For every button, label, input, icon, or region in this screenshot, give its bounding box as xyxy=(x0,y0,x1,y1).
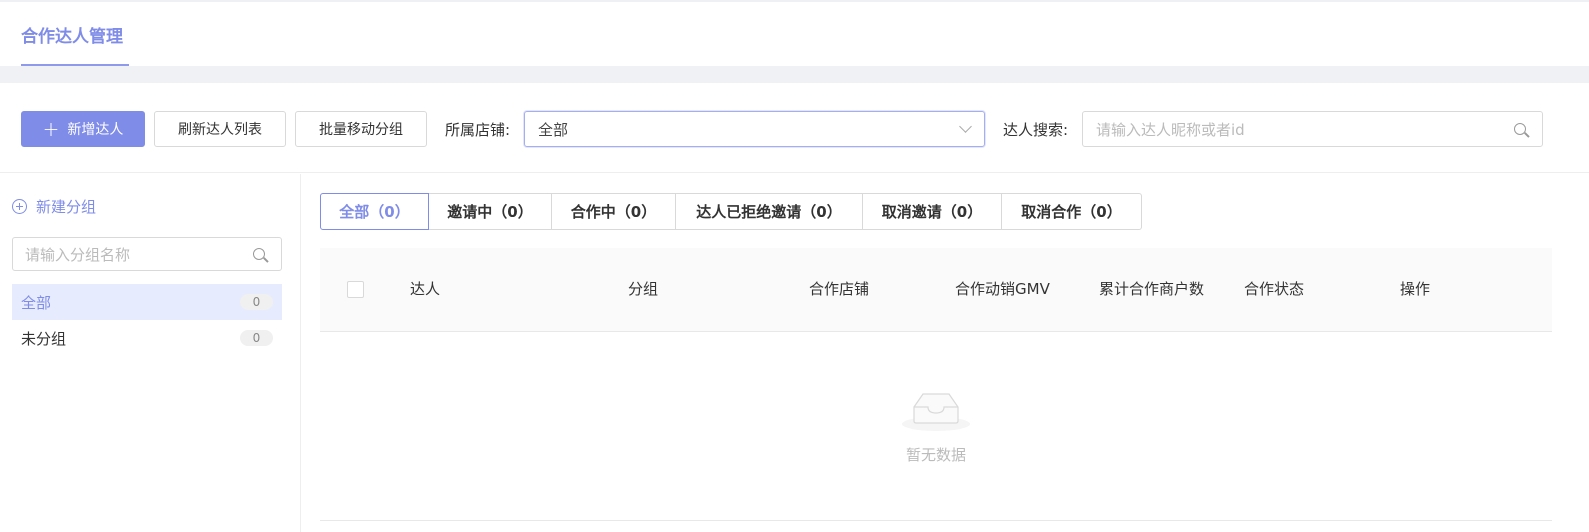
search-icon[interactable] xyxy=(1514,123,1526,135)
add-influencer-button[interactable]: + 新增达人 xyxy=(21,111,145,147)
section-divider xyxy=(0,66,1589,83)
batch-move-group-button[interactable]: 批量移动分组 xyxy=(295,111,427,147)
shop-select-value: 全部 xyxy=(538,120,569,139)
column-header-influencer: 达人 xyxy=(410,280,441,299)
search-icon[interactable] xyxy=(253,248,265,260)
circle-plus-icon xyxy=(12,199,27,214)
column-header-gmv: 合作动销GMV xyxy=(955,280,1050,299)
group-count-badge: 0 xyxy=(240,330,273,346)
select-all-checkbox[interactable] xyxy=(347,281,364,298)
tab-all[interactable]: 全部（0） xyxy=(320,193,429,230)
column-header-merchant-count: 累计合作商户数 xyxy=(1099,280,1205,299)
influencer-search-input[interactable]: 请输入达人昵称或者id xyxy=(1082,111,1543,147)
tab-cooperation-cancelled[interactable]: 取消合作（0） xyxy=(1001,193,1142,230)
group-item-label: 未分组 xyxy=(21,329,67,348)
column-header-shop: 合作店铺 xyxy=(809,280,870,299)
tab-inviting[interactable]: 邀请中（0） xyxy=(428,193,552,230)
group-sidebar: 新建分组 请输入分组名称 全部 0 未分组 0 xyxy=(0,174,301,532)
empty-inbox-icon xyxy=(902,393,970,431)
chevron-down-icon xyxy=(959,120,972,133)
group-item-label: 全部 xyxy=(21,293,52,312)
group-count-badge: 0 xyxy=(240,294,273,310)
shop-select[interactable]: 全部 xyxy=(524,111,985,147)
table-header: 达人 分组 合作店铺 合作动销GMV 累计合作商户数 合作状态 操作 xyxy=(320,248,1552,332)
group-search-placeholder: 请输入分组名称 xyxy=(25,245,131,264)
empty-state-text: 暂无数据 xyxy=(905,446,966,464)
column-header-status: 合作状态 xyxy=(1244,280,1305,299)
influencer-table: 达人 分组 合作店铺 合作动销GMV 累计合作商户数 合作状态 操作 暂无数据 xyxy=(320,248,1552,521)
group-item-ungrouped[interactable]: 未分组 0 xyxy=(12,320,282,356)
new-group-button[interactable]: 新建分组 xyxy=(12,196,96,217)
influencer-search-label: 达人搜索: xyxy=(1003,121,1069,139)
add-influencer-label: 新增达人 xyxy=(67,122,124,138)
shop-label: 所属店铺: xyxy=(445,121,511,139)
column-header-group: 分组 xyxy=(628,280,659,299)
status-tabs: 全部（0） 邀请中（0） 合作中（0） 达人已拒绝邀请（0） 取消邀请（0） 取… xyxy=(320,193,1142,230)
tab-cooperation-influencer-management[interactable]: 合作达人管理 xyxy=(21,22,123,47)
column-header-actions: 操作 xyxy=(1400,280,1431,299)
refresh-influencer-list-button[interactable]: 刷新达人列表 xyxy=(154,111,286,147)
group-item-all[interactable]: 全部 0 xyxy=(12,284,282,320)
table-body: 暂无数据 xyxy=(320,332,1552,521)
toolbar: + 新增达人 刷新达人列表 批量移动分组 所属店铺: 全部 达人搜索: 请输入达… xyxy=(0,83,1589,173)
tab-cooperating[interactable]: 合作中（0） xyxy=(551,193,676,230)
influencer-search-placeholder: 请输入达人昵称或者id xyxy=(1096,120,1245,139)
plus-icon: + xyxy=(42,117,60,141)
tab-invite-cancelled[interactable]: 取消邀请（0） xyxy=(862,193,1002,230)
page-header: 合作达人管理 xyxy=(0,2,1589,66)
group-search-input[interactable]: 请输入分组名称 xyxy=(12,237,282,271)
tab-rejected[interactable]: 达人已拒绝邀请（0） xyxy=(675,193,863,230)
new-group-label: 新建分组 xyxy=(36,198,97,216)
